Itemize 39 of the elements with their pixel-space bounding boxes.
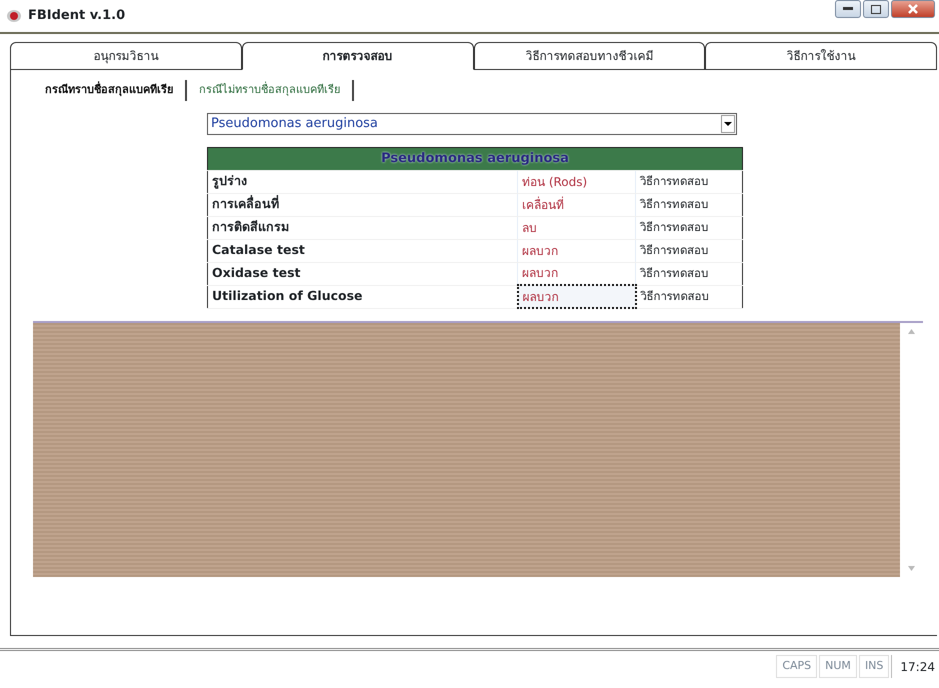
maximize-icon: [871, 4, 881, 14]
maximize-button[interactable]: [863, 0, 889, 18]
property-cell: รูปร่าง: [208, 170, 518, 193]
minimize-button[interactable]: [835, 0, 861, 18]
caret-icon: [724, 120, 732, 126]
result-cell[interactable]: ลบ: [518, 216, 636, 239]
close-icon: [908, 4, 918, 14]
window-title: FBIdent v.1.0: [28, 7, 126, 26]
close-button[interactable]: [891, 0, 935, 18]
dropdown-value: Pseudomonas aeruginosa: [211, 114, 378, 133]
subtab[interactable]: กรณีไม่ทราบชื่อสกุลแบคทีเรีย: [187, 80, 354, 100]
app-icon: [6, 9, 22, 23]
property-cell: Oxidase test: [208, 262, 518, 285]
tab[interactable]: การตรวจสอบ: [242, 42, 474, 70]
method-link[interactable]: วิธีการทดสอบ: [636, 170, 742, 193]
minimize-icon: [843, 7, 853, 11]
species-dropdown[interactable]: Pseudomonas aeruginosa: [207, 112, 737, 134]
status-time: 17:24: [891, 655, 939, 678]
method-link[interactable]: วิธีการทดสอบ: [636, 239, 742, 262]
table-title: Pseudomonas aeruginosa: [208, 147, 742, 170]
property-cell: การเคลื่อนที่: [208, 193, 518, 216]
result-cell[interactable]: ท่อน (Rods): [518, 170, 636, 193]
status-indicator: CAPS: [776, 655, 818, 678]
tab[interactable]: วิธีการทดสอบทางชีวเคมี: [474, 42, 706, 70]
status-indicator: NUM: [819, 655, 857, 678]
subtab[interactable]: กรณีทราบชื่อสกุลแบคทีเรีย: [33, 80, 187, 100]
method-link[interactable]: วิธีการทดสอบ: [636, 262, 742, 285]
method-link[interactable]: วิธีการทดสอบ: [636, 193, 742, 216]
method-link[interactable]: วิธีการทดสอบ: [636, 285, 742, 308]
result-cell[interactable]: ผลบวก: [518, 239, 636, 262]
tab[interactable]: วิธีการใช้งาน: [705, 42, 937, 70]
tab[interactable]: อนุกรมวิธาน: [10, 42, 242, 70]
method-link[interactable]: วิธีการทดสอบ: [636, 216, 742, 239]
property-cell: Catalase test: [208, 239, 518, 262]
result-cell[interactable]: เคลื่อนที่: [518, 193, 636, 216]
result-cell[interactable]: ผลบวก: [518, 285, 636, 308]
property-cell: Utilization of Glucose: [208, 285, 518, 308]
property-cell: การติดสีแกรม: [208, 216, 518, 239]
status-indicator: INS: [858, 655, 890, 678]
